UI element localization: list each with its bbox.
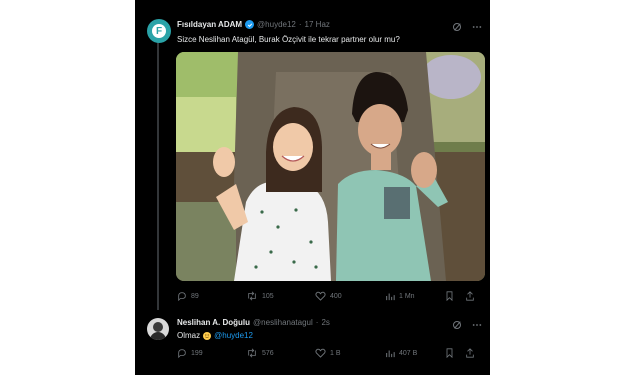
tweet-thread: F Fısıldayan ADAM @huyde12 · 17 Haz Sizc… [135, 0, 490, 375]
tweet-text: Sizce Neslihan Atagül, Burak Özçivit ile… [177, 35, 400, 44]
reply-icon [178, 292, 186, 301]
avatar-body [150, 332, 166, 340]
bookmark-icon [446, 348, 453, 358]
retweet-count: 105 [262, 292, 274, 300]
like-button[interactable]: 1 B [315, 348, 385, 358]
views-button[interactable]: 1 Mn [385, 291, 445, 301]
reply-actions: 199 576 1 B 407 B [177, 348, 483, 358]
retweet-button[interactable]: 576 [246, 348, 315, 358]
reply-author-name[interactable]: Neslihan A. Doğulu [177, 318, 250, 327]
grok-icon[interactable] [452, 317, 462, 335]
tweet-photo[interactable] [176, 52, 485, 281]
separator-dot: · [298, 20, 302, 29]
reply-count: 89 [191, 292, 199, 300]
views-icon [386, 293, 395, 301]
bookmark-button[interactable] [445, 291, 465, 301]
tweet-header: Fısıldayan ADAM @huyde12 · 17 Haz [177, 20, 330, 29]
tweet-time[interactable]: 17 Haz [305, 20, 330, 29]
like-count: 400 [330, 292, 342, 300]
author-avatar[interactable]: F [147, 19, 171, 43]
like-count: 1 B [330, 349, 341, 357]
bookmark-icon [446, 291, 453, 301]
reply-author-handle[interactable]: @neslihanatagul [253, 318, 313, 327]
author-handle[interactable]: @huyde12 [257, 20, 296, 29]
views-button[interactable]: 407 B [385, 348, 445, 358]
reply-text-body: Olmaz [177, 331, 201, 340]
views-count: 1 Mn [399, 292, 415, 300]
share-button[interactable] [465, 291, 479, 301]
reply-icon [178, 349, 186, 358]
like-button[interactable]: 400 [315, 291, 385, 301]
tweet-top-actions [452, 19, 482, 37]
like-icon [315, 348, 326, 358]
more-icon[interactable] [472, 317, 482, 335]
reply-top-actions [452, 317, 482, 335]
grok-icon[interactable] [452, 19, 462, 37]
reply-header: Neslihan A. Doğulu @neslihanatagul · 2s [177, 318, 330, 327]
views-count: 407 B [399, 349, 418, 357]
smile-emoji-icon [203, 331, 212, 340]
views-icon [386, 350, 395, 358]
retweet-button[interactable]: 105 [246, 291, 315, 301]
share-icon [466, 291, 474, 301]
reply-count: 199 [191, 349, 203, 357]
verified-icon [245, 20, 255, 29]
retweet-count: 576 [262, 349, 274, 357]
separator-dot: · [315, 318, 319, 327]
reply-author-avatar[interactable] [147, 318, 169, 340]
retweet-icon [248, 348, 256, 358]
retweet-icon [248, 291, 256, 301]
bookmark-button[interactable] [445, 348, 465, 358]
avatar-face [153, 322, 163, 332]
reply-button[interactable]: 89 [177, 291, 246, 301]
share-icon [466, 348, 474, 358]
share-button[interactable] [465, 348, 479, 358]
reply-time[interactable]: 2s [321, 318, 329, 327]
avatar-logo: F [152, 24, 166, 38]
reply-text: Olmaz @huyde12 [177, 331, 253, 340]
reply-mention[interactable]: @huyde12 [214, 331, 253, 340]
author-name[interactable]: Fısıldayan ADAM [177, 20, 242, 29]
photo-illustration [176, 52, 485, 281]
like-icon [315, 291, 326, 301]
reply-button[interactable]: 199 [177, 348, 246, 358]
thread-connector [157, 42, 159, 310]
more-icon[interactable] [472, 19, 482, 37]
tweet-actions: 89 105 400 1 Mn [177, 291, 483, 301]
